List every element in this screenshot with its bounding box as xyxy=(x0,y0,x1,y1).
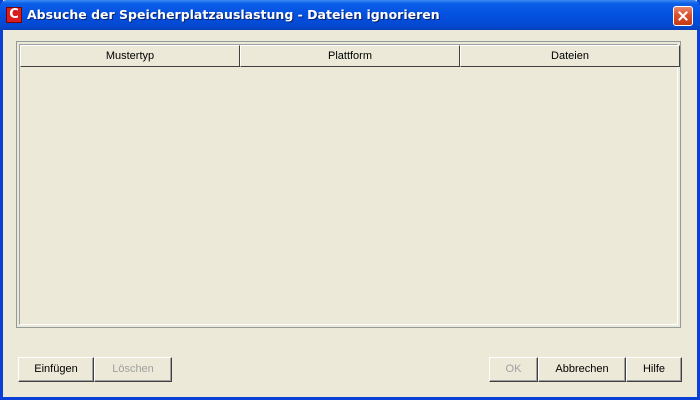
pattern-table: Mustertyp Plattform Dateien xyxy=(16,41,681,328)
column-header-plattform[interactable]: Plattform xyxy=(240,45,460,67)
window-title: Absuche der Speicherplatzauslastung - Da… xyxy=(27,7,440,22)
app-logo-icon: C xyxy=(6,7,22,23)
delete-button[interactable]: Löschen xyxy=(94,357,172,382)
close-icon[interactable] xyxy=(673,6,693,26)
dialog-window: C Absuche der Speicherplatzauslastung - … xyxy=(0,0,700,400)
column-header-dateien[interactable]: Dateien xyxy=(460,45,680,67)
table-header: Mustertyp Plattform Dateien xyxy=(20,45,680,67)
table-body[interactable]: Mustertyp Plattform Dateien xyxy=(19,44,680,325)
help-button[interactable]: Hilfe xyxy=(626,357,682,382)
column-header-mustertyp[interactable]: Mustertyp xyxy=(20,45,240,67)
insert-button[interactable]: Einfügen xyxy=(18,357,94,382)
cancel-button[interactable]: Abbrechen xyxy=(538,357,626,382)
ok-button[interactable]: OK xyxy=(489,357,538,382)
title-bar[interactable]: C Absuche der Speicherplatzauslastung - … xyxy=(0,0,700,30)
